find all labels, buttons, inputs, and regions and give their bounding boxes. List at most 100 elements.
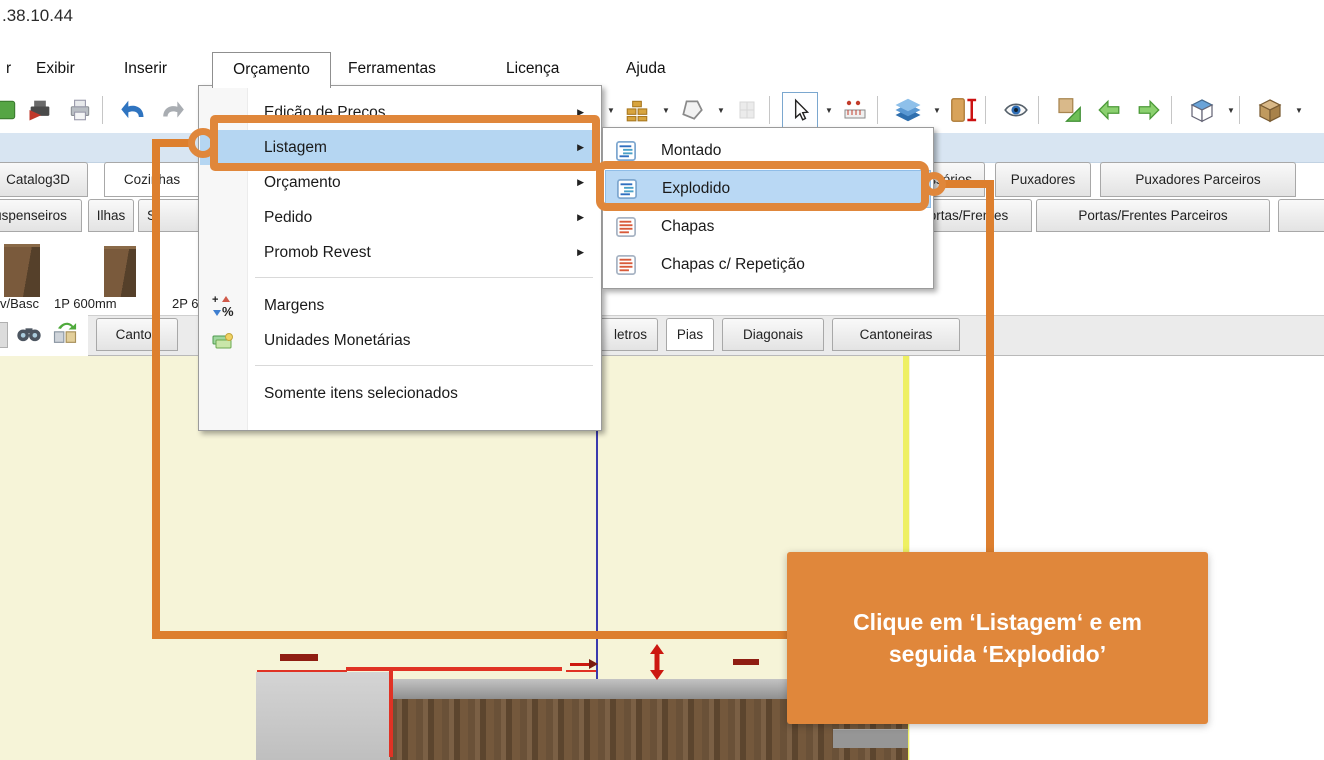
menu-item-label: Orçamento	[264, 173, 341, 191]
red-tick-arrow	[570, 659, 598, 669]
menu-item-label: Somente itens selecionados	[264, 384, 458, 402]
submenu-item-label: Chapas	[661, 218, 715, 235]
nav-forward-icon[interactable]	[1131, 92, 1167, 128]
module-swap-icon[interactable]	[1051, 92, 1087, 128]
submenu-item-chapas-c-repeti-o[interactable]: Chapas c/ Repetição	[605, 246, 931, 284]
red-dash-mark	[280, 654, 318, 661]
menu-separator	[255, 277, 593, 278]
bricks-icon[interactable]	[619, 92, 655, 128]
tab-puxadores-parceiros[interactable]: Puxadores Parceiros	[1100, 162, 1296, 197]
menu-item-margens[interactable]: % + Margens	[200, 288, 600, 323]
tab-puxadores[interactable]: Puxadores	[995, 162, 1091, 197]
tab-cantos[interactable]: Cantos	[96, 318, 178, 351]
menu-item-somente-itens-selecionados[interactable]: Somente itens selecionados	[200, 376, 600, 411]
annotation-circle	[188, 128, 218, 158]
annotation-connector	[942, 180, 992, 188]
svg-text:%: %	[222, 304, 234, 318]
door-dimension-icon[interactable]	[945, 92, 981, 128]
tab-cantoneiras[interactable]: Cantoneiras	[832, 318, 960, 351]
menu-item-pedido[interactable]: Pedido ▶	[200, 200, 600, 235]
tab-pias[interactable]: Pias	[666, 318, 714, 351]
search-binoculars-icon[interactable]	[14, 319, 44, 349]
annotation-highlight-explodido	[596, 161, 929, 211]
thumbnail-label: 1P 600mm	[54, 296, 117, 311]
catalog-thumbnail[interactable]	[4, 244, 40, 297]
submenu-item-label: Montado	[661, 142, 722, 159]
print-export-icon[interactable]	[22, 92, 58, 128]
menu-item-licen-a[interactable]: Licença	[500, 52, 565, 85]
tab-portas-frentes-parceiros[interactable]: Portas/Frentes Parceiros	[1036, 199, 1270, 232]
submenu-arrow-icon: ▶	[577, 212, 584, 222]
submenu-arrow-icon: ▶	[577, 247, 584, 257]
list-red-icon	[615, 216, 637, 238]
red-dash-mark	[733, 659, 759, 665]
red-dimension-line	[566, 670, 596, 672]
cube-textured-icon[interactable]	[1252, 92, 1288, 128]
annotation-highlight-listagem	[210, 115, 600, 171]
red-double-arrow	[650, 644, 664, 680]
menu-item-label: Margens	[264, 296, 325, 314]
catalog-thumbnail[interactable]	[104, 246, 136, 297]
margins-icon: % +	[210, 293, 236, 319]
replace-module-icon[interactable]	[50, 319, 80, 349]
menu-item-promob-revest[interactable]: Promob Revest ▶	[200, 235, 600, 270]
menu-item-label: Pedido	[264, 208, 313, 226]
cube-wireframe-icon[interactable]	[1184, 92, 1220, 128]
tutorial-callout: Clique em ‘Listagem‘ e em seguida ‘Explo…	[787, 552, 1208, 724]
green-cube-icon[interactable]	[0, 92, 24, 128]
partial-tool-icon[interactable]	[0, 322, 8, 348]
dropdown-caret-icon[interactable]: ▼	[714, 92, 728, 128]
polygon-icon[interactable]	[674, 92, 710, 128]
money-icon	[210, 328, 236, 354]
measure-points-icon[interactable]	[837, 92, 873, 128]
tab-ilhas[interactable]: Ilhas	[88, 199, 134, 232]
layers-icon[interactable]	[890, 92, 926, 128]
red-dimension-line	[257, 670, 347, 672]
red-dimension-line	[346, 667, 562, 671]
tab-diagonais[interactable]: Diagonais	[722, 318, 824, 351]
tab-catalog3d[interactable]: Catalog3D	[0, 162, 88, 197]
redo-icon[interactable]	[155, 92, 191, 128]
dropdown-caret-icon[interactable]: ▼	[604, 92, 618, 128]
dropdown-caret-icon[interactable]: ▼	[1292, 92, 1306, 128]
tab-suspenseiros[interactable]: Suspenseiros	[0, 199, 82, 232]
svg-text:+: +	[212, 294, 218, 306]
toolbar-separator	[769, 96, 770, 124]
annotation-circle	[922, 172, 946, 196]
toolbar-separator	[985, 96, 986, 124]
cabinet-side-panel	[256, 672, 390, 760]
toolbar-separator	[1239, 96, 1240, 124]
panel-icon[interactable]	[729, 92, 765, 128]
menu-item-exibir[interactable]: Exibir	[30, 52, 81, 85]
printer-icon[interactable]	[62, 92, 98, 128]
nav-back-icon[interactable]	[1091, 92, 1127, 128]
menu-item-ferramentas[interactable]: Ferramentas	[342, 52, 442, 85]
menu-item-or-amento[interactable]: Orçamento	[212, 52, 331, 88]
menu-item-inserir[interactable]: Inserir	[118, 52, 173, 85]
toolbar-separator	[877, 96, 878, 124]
toolbar-separator	[1038, 96, 1039, 124]
submenu-item-chapas[interactable]: Chapas	[605, 208, 931, 246]
tree-blue-icon	[615, 140, 637, 162]
dropdown-caret-icon[interactable]: ▼	[1224, 92, 1238, 128]
menu-item-unidades-monet-rias[interactable]: Unidades Monetárias	[200, 323, 600, 358]
menu-item-label: Promob Revest	[264, 243, 371, 261]
annotation-connector	[152, 631, 788, 639]
toolbar-separator	[1171, 96, 1172, 124]
promob-window: .38.10.44 r Exibir Inserir Orçamento Ferrame…	[0, 0, 1324, 760]
select-cursor-icon[interactable]	[782, 92, 818, 128]
undo-icon[interactable]	[115, 92, 151, 128]
red-dimension-line-vertical	[389, 669, 393, 757]
annotation-connector	[986, 180, 994, 554]
thumbnail-label: v/Basc	[0, 296, 40, 311]
cabinet-hinge-strip	[833, 729, 908, 748]
menu-item-partial: r	[6, 60, 12, 77]
dropdown-caret-icon[interactable]: ▼	[659, 92, 673, 128]
tab-blank[interactable]	[1278, 199, 1324, 232]
menu-item-label: Unidades Monetárias	[264, 331, 411, 349]
dropdown-caret-icon[interactable]: ▼	[930, 92, 944, 128]
eye-icon[interactable]	[998, 92, 1034, 128]
menu-item-ajuda[interactable]: Ajuda	[620, 52, 672, 85]
submenu-arrow-icon: ▶	[577, 177, 584, 187]
dropdown-caret-icon[interactable]: ▼	[822, 92, 836, 128]
